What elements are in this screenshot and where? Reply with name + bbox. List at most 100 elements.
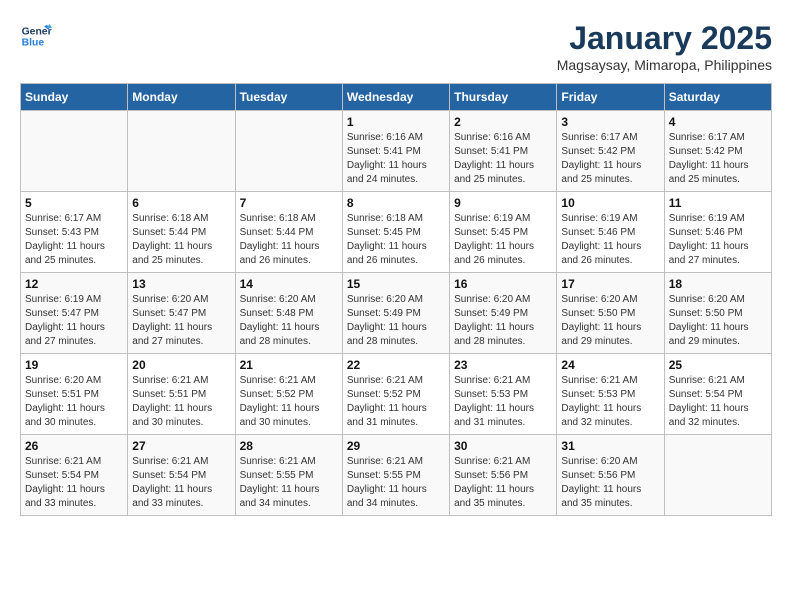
calendar-cell: 30Sunrise: 6:21 AM Sunset: 5:56 PM Dayli… bbox=[450, 435, 557, 516]
page-header: General Blue January 2025 Magsaysay, Mim… bbox=[20, 20, 772, 73]
calendar-cell: 16 Sunrise: 6:20 AM Sunset: 5:49 PM Dayli… bbox=[450, 273, 557, 354]
day-number: 14 bbox=[240, 277, 338, 291]
calendar-cell: 31Sunrise: 6:20 AM Sunset: 5:56 PM Dayli… bbox=[557, 435, 664, 516]
day-info: Sunrise: 6:20 AM Sunset: 5:47 PM Dayligh… bbox=[132, 293, 230, 349]
day-info: Sunrise: 6:21 AM Sunset: 5:53 PM Dayligh… bbox=[561, 374, 659, 430]
calendar-week-row: 12 Sunrise: 6:19 AM Sunset: 5:47 PM Dayli… bbox=[21, 273, 772, 354]
day-info: Sunrise: 6:20 AM Sunset: 5:48 PM Dayligh… bbox=[240, 293, 338, 349]
calendar-cell: 27 Sunrise: 6:21 AM Sunset: 5:54 PM Dayli… bbox=[128, 435, 235, 516]
calendar-cell: 13 Sunrise: 6:20 AM Sunset: 5:47 PM Dayli… bbox=[128, 273, 235, 354]
day-number: 4 bbox=[669, 115, 767, 129]
day-info: Sunrise: 6:21 AM Sunset: 5:55 PM Dayligh… bbox=[240, 455, 338, 511]
month-title: January 2025 bbox=[557, 20, 772, 57]
day-number: 26 bbox=[25, 439, 123, 453]
day-number: 20 bbox=[132, 358, 230, 372]
day-info: Sunrise: 6:19 AM Sunset: 5:46 PM Dayligh… bbox=[669, 212, 767, 268]
day-info: Sunrise: 6:19 AM Sunset: 5:47 PM Dayligh… bbox=[25, 293, 123, 349]
weekday-header-thursday: Thursday bbox=[450, 84, 557, 111]
day-number: 23 bbox=[454, 358, 552, 372]
location-subtitle: Magsaysay, Mimaropa, Philippines bbox=[557, 57, 772, 73]
day-info: Sunrise: 6:18 AM Sunset: 5:44 PM Dayligh… bbox=[240, 212, 338, 268]
calendar-cell bbox=[235, 111, 342, 192]
day-number: 9 bbox=[454, 196, 552, 210]
weekday-header-monday: Monday bbox=[128, 84, 235, 111]
calendar-cell: 7 Sunrise: 6:18 AM Sunset: 5:44 PM Daylig… bbox=[235, 192, 342, 273]
day-info: Sunrise: 6:20 AM Sunset: 5:56 PM Dayligh… bbox=[561, 455, 659, 511]
day-number: 12 bbox=[25, 277, 123, 291]
day-info: Sunrise: 6:20 AM Sunset: 5:49 PM Dayligh… bbox=[454, 293, 552, 349]
day-number: 1 bbox=[347, 115, 445, 129]
day-info: Sunrise: 6:21 AM Sunset: 5:52 PM Dayligh… bbox=[347, 374, 445, 430]
title-block: January 2025 Magsaysay, Mimaropa, Philip… bbox=[557, 20, 772, 73]
day-info: Sunrise: 6:17 AM Sunset: 5:43 PM Dayligh… bbox=[25, 212, 123, 268]
calendar-cell: 3 Sunrise: 6:17 AM Sunset: 5:42 PM Daylig… bbox=[557, 111, 664, 192]
day-info: Sunrise: 6:20 AM Sunset: 5:50 PM Dayligh… bbox=[561, 293, 659, 349]
day-info: Sunrise: 6:21 AM Sunset: 5:56 PM Dayligh… bbox=[454, 455, 552, 511]
svg-text:Blue: Blue bbox=[22, 38, 45, 49]
day-number: 2 bbox=[454, 115, 552, 129]
calendar-cell: 12 Sunrise: 6:19 AM Sunset: 5:47 PM Dayli… bbox=[21, 273, 128, 354]
weekday-header-saturday: Saturday bbox=[664, 84, 771, 111]
day-number: 17 bbox=[561, 277, 659, 291]
day-info: Sunrise: 6:17 AM Sunset: 5:42 PM Dayligh… bbox=[561, 131, 659, 187]
calendar-cell: 5 Sunrise: 6:17 AM Sunset: 5:43 PM Daylig… bbox=[21, 192, 128, 273]
day-number: 7 bbox=[240, 196, 338, 210]
logo-icon: General Blue bbox=[20, 20, 52, 52]
day-info: Sunrise: 6:19 AM Sunset: 5:46 PM Dayligh… bbox=[561, 212, 659, 268]
day-number: 28 bbox=[240, 439, 338, 453]
calendar-cell: 14 Sunrise: 6:20 AM Sunset: 5:48 PM Dayli… bbox=[235, 273, 342, 354]
day-info: Sunrise: 6:16 AM Sunset: 5:41 PM Dayligh… bbox=[347, 131, 445, 187]
calendar-week-row: 5 Sunrise: 6:17 AM Sunset: 5:43 PM Daylig… bbox=[21, 192, 772, 273]
day-number: 11 bbox=[669, 196, 767, 210]
day-number: 18 bbox=[669, 277, 767, 291]
calendar-cell: 20 Sunrise: 6:21 AM Sunset: 5:51 PM Dayli… bbox=[128, 354, 235, 435]
calendar-cell: 28 Sunrise: 6:21 AM Sunset: 5:55 PM Dayli… bbox=[235, 435, 342, 516]
calendar-cell: 22 Sunrise: 6:21 AM Sunset: 5:52 PM Dayli… bbox=[342, 354, 449, 435]
day-number: 5 bbox=[25, 196, 123, 210]
day-number: 16 bbox=[454, 277, 552, 291]
day-number: 22 bbox=[347, 358, 445, 372]
day-number: 6 bbox=[132, 196, 230, 210]
calendar-table: SundayMondayTuesdayWednesdayThursdayFrid… bbox=[20, 83, 772, 516]
calendar-week-row: 26 Sunrise: 6:21 AM Sunset: 5:54 PM Dayli… bbox=[21, 435, 772, 516]
day-info: Sunrise: 6:21 AM Sunset: 5:55 PM Dayligh… bbox=[347, 455, 445, 511]
weekday-header-wednesday: Wednesday bbox=[342, 84, 449, 111]
day-info: Sunrise: 6:16 AM Sunset: 5:41 PM Dayligh… bbox=[454, 131, 552, 187]
calendar-cell bbox=[128, 111, 235, 192]
day-info: Sunrise: 6:17 AM Sunset: 5:42 PM Dayligh… bbox=[669, 131, 767, 187]
weekday-header-friday: Friday bbox=[557, 84, 664, 111]
day-info: Sunrise: 6:21 AM Sunset: 5:52 PM Dayligh… bbox=[240, 374, 338, 430]
calendar-cell: 18 Sunrise: 6:20 AM Sunset: 5:50 PM Dayli… bbox=[664, 273, 771, 354]
weekday-header-row: SundayMondayTuesdayWednesdayThursdayFrid… bbox=[21, 84, 772, 111]
day-info: Sunrise: 6:19 AM Sunset: 5:45 PM Dayligh… bbox=[454, 212, 552, 268]
day-number: 19 bbox=[25, 358, 123, 372]
calendar-week-row: 1 Sunrise: 6:16 AM Sunset: 5:41 PM Daylig… bbox=[21, 111, 772, 192]
day-number: 27 bbox=[132, 439, 230, 453]
day-number: 13 bbox=[132, 277, 230, 291]
calendar-cell: 15Sunrise: 6:20 AM Sunset: 5:49 PM Dayli… bbox=[342, 273, 449, 354]
day-info: Sunrise: 6:20 AM Sunset: 5:49 PM Dayligh… bbox=[347, 293, 445, 349]
day-number: 21 bbox=[240, 358, 338, 372]
day-info: Sunrise: 6:21 AM Sunset: 5:51 PM Dayligh… bbox=[132, 374, 230, 430]
calendar-cell: 29 Sunrise: 6:21 AM Sunset: 5:55 PM Dayli… bbox=[342, 435, 449, 516]
day-number: 24 bbox=[561, 358, 659, 372]
day-number: 8 bbox=[347, 196, 445, 210]
calendar-cell: 11 Sunrise: 6:19 AM Sunset: 5:46 PM Dayli… bbox=[664, 192, 771, 273]
day-number: 3 bbox=[561, 115, 659, 129]
calendar-cell: 8Sunrise: 6:18 AM Sunset: 5:45 PM Daylig… bbox=[342, 192, 449, 273]
day-info: Sunrise: 6:20 AM Sunset: 5:51 PM Dayligh… bbox=[25, 374, 123, 430]
day-info: Sunrise: 6:20 AM Sunset: 5:50 PM Dayligh… bbox=[669, 293, 767, 349]
day-info: Sunrise: 6:21 AM Sunset: 5:54 PM Dayligh… bbox=[669, 374, 767, 430]
calendar-week-row: 19 Sunrise: 6:20 AM Sunset: 5:51 PM Dayli… bbox=[21, 354, 772, 435]
weekday-header-tuesday: Tuesday bbox=[235, 84, 342, 111]
calendar-cell bbox=[664, 435, 771, 516]
weekday-header-sunday: Sunday bbox=[21, 84, 128, 111]
day-info: Sunrise: 6:21 AM Sunset: 5:54 PM Dayligh… bbox=[132, 455, 230, 511]
calendar-cell: 17 Sunrise: 6:20 AM Sunset: 5:50 PM Dayli… bbox=[557, 273, 664, 354]
calendar-cell: 9 Sunrise: 6:19 AM Sunset: 5:45 PM Daylig… bbox=[450, 192, 557, 273]
day-info: Sunrise: 6:18 AM Sunset: 5:44 PM Dayligh… bbox=[132, 212, 230, 268]
day-number: 25 bbox=[669, 358, 767, 372]
calendar-cell: 19 Sunrise: 6:20 AM Sunset: 5:51 PM Dayli… bbox=[21, 354, 128, 435]
day-number: 29 bbox=[347, 439, 445, 453]
calendar-cell: 4 Sunrise: 6:17 AM Sunset: 5:42 PM Daylig… bbox=[664, 111, 771, 192]
